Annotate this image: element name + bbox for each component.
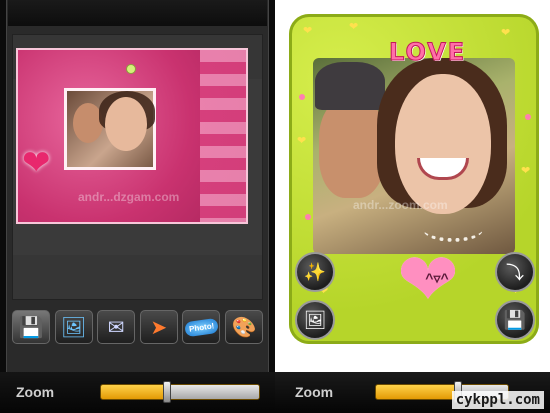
rocket-icon: ➤ (150, 316, 168, 339)
couple-photo: andr...zoom.com (313, 58, 515, 254)
left-screen: ❤ andr...dzgam.com 💾 🖼 ✉ ➤ Photo! 🎨 Zoom (0, 0, 275, 413)
envelope-icon: ✉ (107, 316, 125, 339)
floppy-disk-icon: 💾 (503, 309, 527, 330)
yellow-heart-icon: ❤ (303, 25, 313, 37)
save-button[interactable]: 💾 (12, 310, 50, 344)
zoom-slider[interactable] (100, 384, 260, 400)
frame-handle[interactable] (126, 64, 136, 74)
pink-dot (305, 214, 311, 220)
man-face (319, 98, 385, 198)
woman-face (105, 97, 147, 151)
yellow-heart-icon: ❤ (349, 21, 359, 33)
yellow-heart-icon: ❤ (521, 165, 531, 177)
zoom-label: Zoom (16, 384, 55, 400)
effects-button[interactable]: 🎨 (224, 310, 263, 344)
photo-badge-icon: Photo! (183, 317, 219, 337)
pink-dot (525, 114, 531, 120)
zoom-slider-remaining (168, 385, 259, 399)
save-button[interactable]: 💾 (495, 300, 535, 340)
pink-photo-frame[interactable]: ❤ andr...dzgam.com (16, 48, 248, 224)
palette-icon: 🎨 (231, 316, 257, 339)
landscape-photo-icon: 🖼 (303, 309, 327, 330)
left-watermark: andr...dzgam.com (78, 190, 180, 204)
right-screen: andr...zoom.com LOVE ❤ ❤ ❤ ❤ ❤ ❤ ❤ ❤ ^▿^ (275, 0, 550, 413)
frame-hearts-border (200, 50, 246, 222)
smiley-face-icon: ^▿^ (425, 270, 449, 286)
rotate-button[interactable]: ⤵ (495, 252, 535, 292)
yellow-heart-icon: ❤ (501, 27, 511, 39)
left-zoom-bar: Zoom (0, 372, 275, 413)
left-toolbar: 💾 🖼 ✉ ➤ Photo! 🎨 (8, 310, 267, 346)
zoom-label: Zoom (295, 384, 334, 400)
smiley-heart-sticker: ❤ ^▿^ (397, 243, 475, 317)
right-watermark: andr...zoom.com (353, 198, 448, 212)
gallery-button[interactable]: 🖼 (54, 310, 93, 344)
pink-dot (299, 94, 305, 100)
heart-icon: ❤ (22, 144, 51, 182)
right-edit-canvas[interactable]: andr...zoom.com LOVE ❤ ❤ ❤ ❤ ❤ ❤ ❤ ❤ ^▿^ (283, 0, 545, 350)
email-button[interactable]: ✉ (97, 310, 136, 344)
woman-face (395, 74, 491, 214)
yellow-heart-icon: ❤ (297, 135, 307, 147)
rotate-icon: ⤵ (506, 263, 524, 283)
site-watermark: cykppl.com (451, 391, 544, 409)
photo-bubble-button[interactable]: Photo! (182, 310, 221, 344)
photos-icon: 🖼 (60, 316, 87, 339)
right-canvas-gap (275, 350, 550, 372)
app-comparison-screenshot: ❤ andr...dzgam.com 💾 🖼 ✉ ➤ Photo! 🎨 Zoom… (0, 0, 550, 413)
love-title: LOVE (388, 38, 467, 67)
canvas-margin-bottom (13, 255, 262, 299)
gallery-button[interactable]: 🖼 (295, 300, 335, 340)
left-status-strip (8, 0, 267, 26)
man-hat (315, 62, 385, 110)
green-love-frame[interactable]: andr...zoom.com LOVE ❤ ❤ ❤ ❤ ❤ ❤ ❤ ❤ ^▿^ (289, 14, 539, 344)
share-button[interactable]: ➤ (139, 310, 178, 344)
floppy-disk-icon: 💾 (18, 316, 44, 339)
zoom-slider-thumb[interactable] (163, 381, 171, 403)
couple-photo (64, 88, 156, 170)
magic-wand-button[interactable]: ✨ (295, 252, 335, 292)
magic-wand-icon: ✨ (303, 261, 327, 282)
